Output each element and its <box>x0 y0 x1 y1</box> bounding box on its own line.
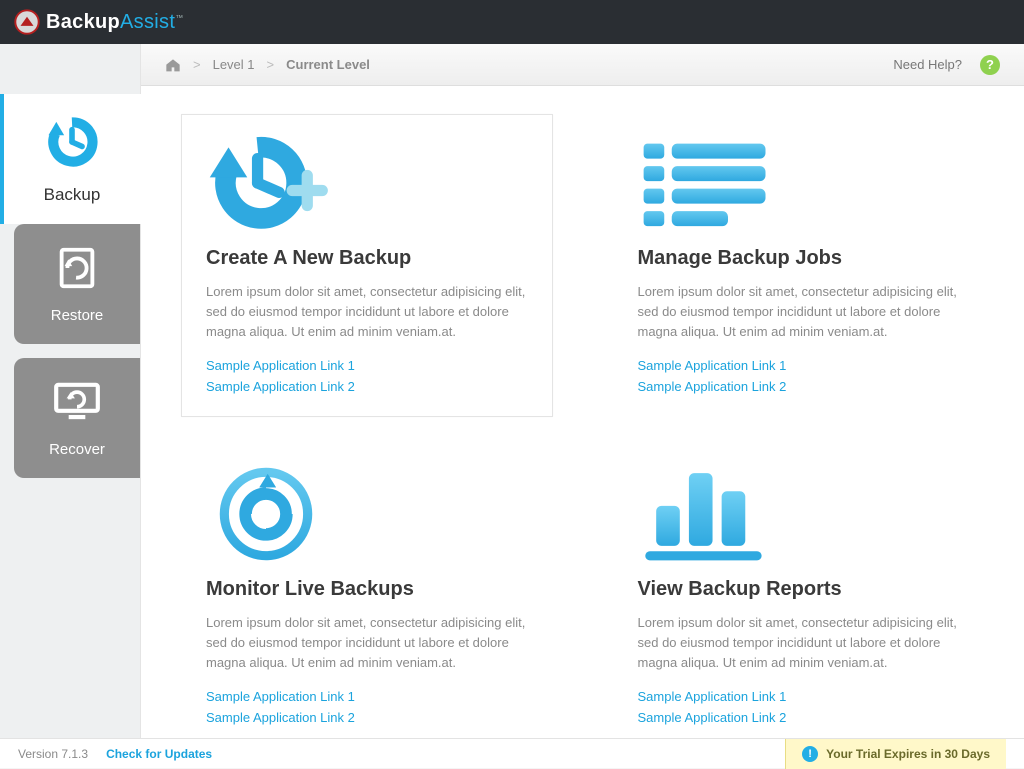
version-text: Version 7.1.3 <box>18 747 88 761</box>
card-view-reports[interactable]: View Backup Reports Lorem ipsum dolor si… <box>613 445 985 738</box>
info-icon: ! <box>802 746 818 762</box>
card-title: Manage Backup Jobs <box>638 247 960 270</box>
card-description: Lorem ipsum dolor sit amet, consectetur … <box>638 282 960 342</box>
sidebar-item-restore[interactable]: Restore <box>14 224 140 344</box>
create-backup-icon <box>206 133 528 233</box>
card-description: Lorem ipsum dolor sit amet, consectetur … <box>638 613 960 673</box>
app-logo[interactable]: BackupAssist™ <box>14 9 184 35</box>
card-description: Lorem ipsum dolor sit amet, consectetur … <box>206 613 528 673</box>
card-manage-jobs[interactable]: Manage Backup Jobs Lorem ipsum dolor sit… <box>613 114 985 417</box>
logo-word-2: Assist <box>120 11 175 33</box>
trial-text: Your Trial Expires in 30 Days <box>826 747 990 761</box>
sidebar-item-label: Backup <box>44 185 101 205</box>
breadcrumb-sep: > <box>193 57 201 72</box>
content-area: > Level 1 > Current Level Need Help? ? <box>140 44 1024 738</box>
card-link-1[interactable]: Sample Application Link 1 <box>206 356 528 377</box>
sidebar-item-backup[interactable]: Backup <box>0 94 140 224</box>
trial-notice[interactable]: ! Your Trial Expires in 30 Days <box>785 739 1006 769</box>
card-link-2[interactable]: Sample Application Link 2 <box>638 708 960 729</box>
monitor-backups-icon <box>206 464 528 564</box>
home-icon[interactable] <box>165 58 181 72</box>
check-updates-link[interactable]: Check for Updates <box>106 747 212 761</box>
card-link-1[interactable]: Sample Application Link 1 <box>206 687 528 708</box>
card-title: Create A New Backup <box>206 247 528 270</box>
manage-jobs-icon <box>638 133 960 233</box>
card-link-1[interactable]: Sample Application Link 1 <box>638 356 960 377</box>
sidebar-item-label: Restore <box>51 307 104 324</box>
sidebar: Backup Restore Recover <box>0 44 140 738</box>
card-grid: Create A New Backup Lorem ipsum dolor si… <box>141 86 1024 738</box>
breadcrumb-sep: > <box>267 57 275 72</box>
card-link-2[interactable]: Sample Application Link 2 <box>638 377 960 398</box>
app-logo-icon <box>14 9 40 35</box>
card-link-2[interactable]: Sample Application Link 2 <box>206 708 528 729</box>
card-link-2[interactable]: Sample Application Link 2 <box>206 377 528 398</box>
breadcrumb-current: Current Level <box>286 57 370 72</box>
view-reports-icon <box>638 464 960 564</box>
app-logo-text: BackupAssist™ <box>46 11 184 34</box>
logo-tm: ™ <box>175 13 183 22</box>
recover-icon <box>51 378 103 431</box>
logo-word-1: Backup <box>46 11 120 33</box>
sidebar-item-recover[interactable]: Recover <box>14 358 140 478</box>
card-link-1[interactable]: Sample Application Link 1 <box>638 687 960 708</box>
restore-icon <box>53 244 101 297</box>
sidebar-item-label: Recover <box>49 441 105 458</box>
help-icon[interactable]: ? <box>980 55 1000 75</box>
backup-icon <box>44 114 100 175</box>
card-title: View Backup Reports <box>638 578 960 601</box>
app-header: BackupAssist™ <box>0 0 1024 44</box>
help-link[interactable]: Need Help? <box>893 57 962 72</box>
breadcrumb: > Level 1 > Current Level Need Help? ? <box>141 44 1024 86</box>
card-monitor-backups[interactable]: Monitor Live Backups Lorem ipsum dolor s… <box>181 445 553 738</box>
breadcrumb-level-1[interactable]: Level 1 <box>213 57 255 72</box>
card-description: Lorem ipsum dolor sit amet, consectetur … <box>206 282 528 342</box>
card-title: Monitor Live Backups <box>206 578 528 601</box>
card-create-backup[interactable]: Create A New Backup Lorem ipsum dolor si… <box>181 114 553 417</box>
status-bar: Version 7.1.3 Check for Updates ! Your T… <box>0 738 1024 768</box>
